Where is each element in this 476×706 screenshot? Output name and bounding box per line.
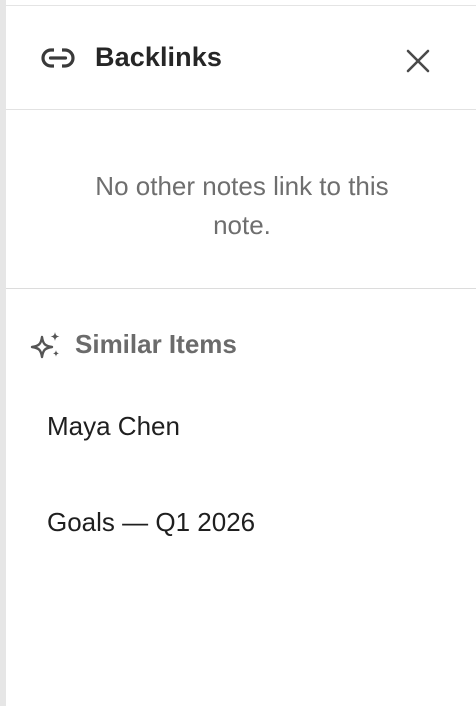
- similar-items-title: Similar Items: [75, 329, 237, 359]
- similar-item-label: Goals — Q1 2026: [47, 506, 256, 537]
- sparkle-icon: [30, 330, 62, 362]
- empty-message: No other notes link to this note.: [95, 171, 389, 240]
- similar-items-header: Similar Items: [6, 324, 476, 366]
- backlinks-empty-state: No other notes link to this note.: [6, 111, 476, 289]
- panel-title: Backlinks: [95, 42, 222, 72]
- similar-item-label: Maya Chen: [47, 410, 180, 441]
- backlinks-panel: Backlinks No other notes link to this no…: [6, 6, 476, 706]
- panel-header: Backlinks: [6, 6, 476, 110]
- backlinks-window: Backlinks No other notes link to this no…: [0, 0, 476, 706]
- close-icon: [406, 49, 430, 73]
- close-button[interactable]: [399, 42, 437, 80]
- similar-item[interactable]: Maya Chen: [26, 398, 456, 454]
- similar-item[interactable]: Goals — Q1 2026: [26, 494, 456, 550]
- link-icon: [40, 46, 76, 70]
